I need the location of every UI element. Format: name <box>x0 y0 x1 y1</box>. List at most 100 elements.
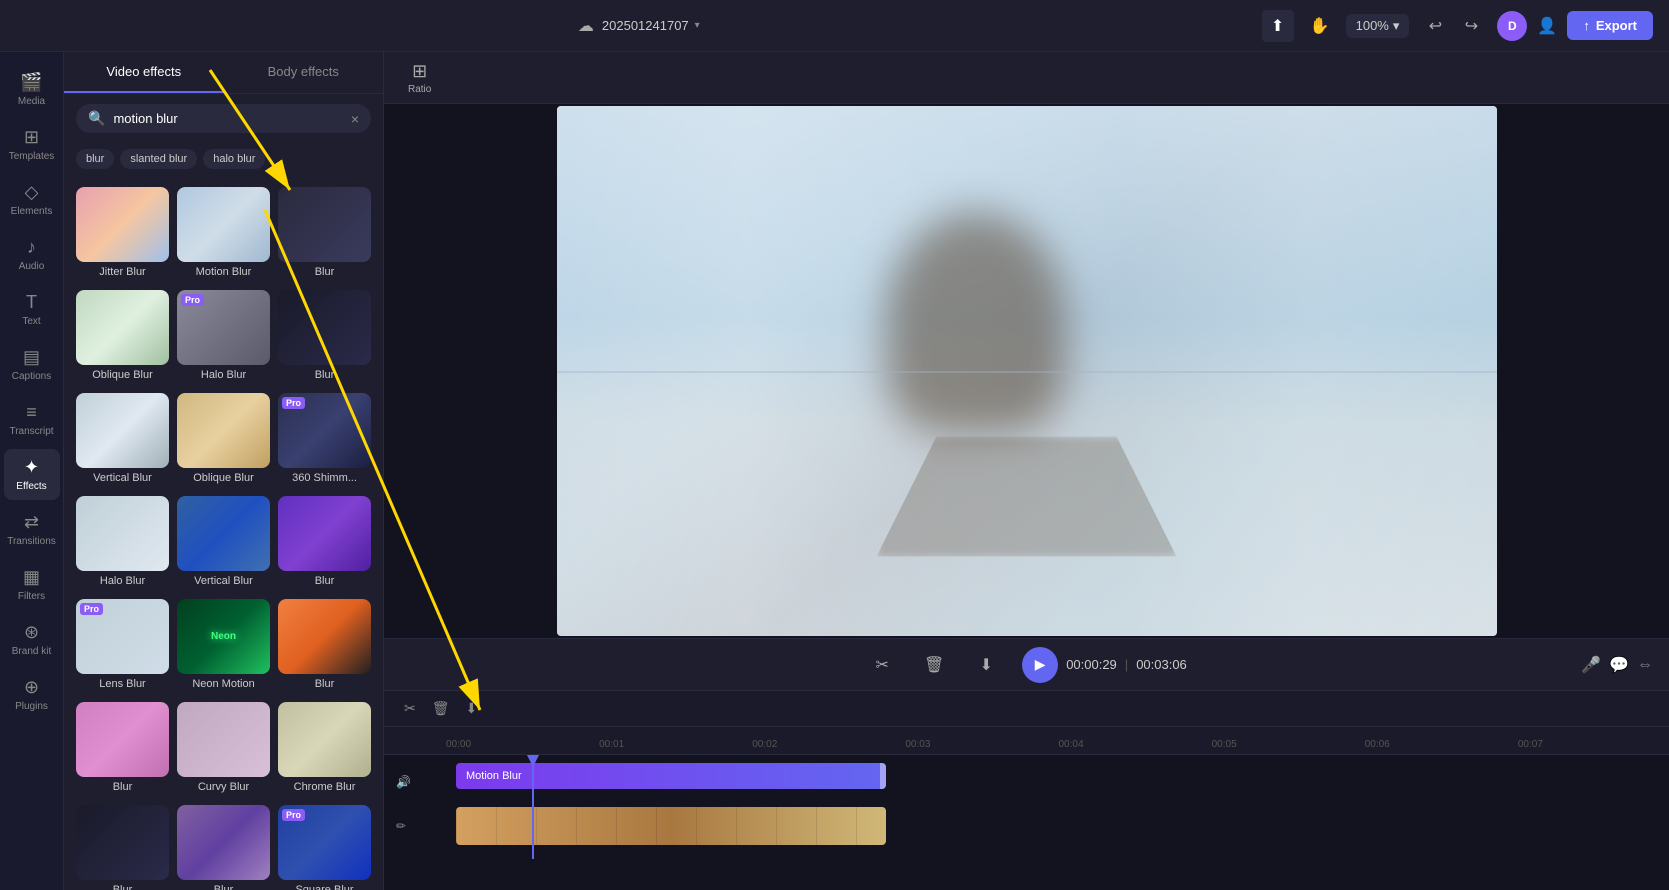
timeline-tracks: 00:00 00:01 00:02 00:03 00:04 00:05 00:0… <box>384 727 1669 890</box>
center-toolbar: ⊞ Ratio <box>384 52 1669 104</box>
captions-icon[interactable]: 💬 <box>1609 655 1629 675</box>
ratio-icon: ⊞ <box>412 61 427 82</box>
bottom-controls: ✂ 🗑 ⬇ ▶ 00:00:29 | 00:03:06 🎤 💬 ⇔ <box>384 638 1669 690</box>
transitions-icon: ⇄ <box>24 512 39 533</box>
sidebar-item-plugins[interactable]: ⊕ Plugins <box>4 669 60 720</box>
mute-effect-button[interactable]: 🔊 <box>392 771 415 793</box>
effect-card-curvy-blur[interactable]: Curvy Blur <box>177 702 270 797</box>
video-clip[interactable] <box>456 807 886 845</box>
sidebar-item-audio[interactable]: ♪ Audio <box>4 229 60 280</box>
search-input-wrap: 🔍 × <box>76 104 371 133</box>
sidebar-item-text[interactable]: T Text <box>4 284 60 335</box>
ratio-button[interactable]: ⊞ Ratio <box>400 57 439 99</box>
sidebar-item-transitions[interactable]: ⇄ Transitions <box>4 504 60 555</box>
upload-icon: ☁ <box>578 16 594 36</box>
main-layout: 🎬 Media ⊞ Templates ◇ Elements ♪ Audio T… <box>0 52 1669 890</box>
effect-card-blur-7[interactable]: Blur <box>177 805 270 890</box>
effect-card-blur-5[interactable]: Blur <box>76 702 169 797</box>
track-video: ✏ <box>384 807 1669 845</box>
topbar: ☁ 202501241707 ▾ ⬆ ✋ 100% ▾ ↩ ↪ D 👤 ↑ Ex… <box>0 0 1669 52</box>
effect-card-blur-4[interactable]: Blur <box>278 599 371 694</box>
filter-tag-blur[interactable]: blur <box>76 149 114 169</box>
effect-card-blur-3[interactable]: Blur <box>278 496 371 591</box>
effect-card-vertical-blur[interactable]: Vertical Blur <box>76 393 169 488</box>
timeline: ✂ 🗑 ⬇ 00:00 00:01 00:02 00:03 00:04 00:0… <box>384 690 1669 890</box>
download-timeline-button[interactable]: ⬇ <box>462 696 482 721</box>
split-button[interactable]: ✂ <box>866 649 898 681</box>
effect-card-blur-2[interactable]: Blur <box>278 290 371 385</box>
search-bar: 🔍 × <box>64 94 383 143</box>
play-button[interactable]: ▶ <box>1022 647 1058 683</box>
grid-row: Halo Blur Vertical Blur Blur <box>76 496 371 591</box>
grid-row: Oblique Blur Pro Halo Blur Blur <box>76 290 371 385</box>
effect-card-motion-blur[interactable]: Motion Blur <box>177 187 270 282</box>
filter-tag-slanted[interactable]: slanted blur <box>120 149 197 169</box>
hand-tool[interactable]: ✋ <box>1304 10 1336 42</box>
export-icon: ↑ <box>1583 18 1590 33</box>
effect-card-lens-blur[interactable]: Pro Lens Blur <box>76 599 169 694</box>
undo-button[interactable]: ↩ <box>1419 10 1451 42</box>
elements-icon: ◇ <box>25 182 39 203</box>
sidebar-item-brand[interactable]: ⊛ Brand kit <box>4 614 60 665</box>
cursor-tool[interactable]: ⬆ <box>1262 10 1294 42</box>
effect-card-blur-1[interactable]: Blur <box>278 187 371 282</box>
export-button[interactable]: ↑ Export <box>1567 11 1653 40</box>
text-icon: T <box>26 292 37 313</box>
edit-video-button[interactable]: ✏ <box>392 815 410 837</box>
sidebar-item-media[interactable]: 🎬 Media <box>4 64 60 115</box>
project-name[interactable]: 202501241707 ▾ <box>602 18 700 33</box>
effect-card-halo-blur[interactable]: Pro Halo Blur <box>177 290 270 385</box>
effect-card-neon-motion[interactable]: Neon Neon Motion <box>177 599 270 694</box>
effect-card-blur-6[interactable]: Blur <box>76 805 169 890</box>
ruler-mark-5: 00:05 <box>1210 739 1363 750</box>
audio-icon: ♪ <box>27 237 36 258</box>
sidebar-item-captions[interactable]: ▤ Captions <box>4 339 60 390</box>
video-clip-inner <box>456 807 886 845</box>
redo-button[interactable]: ↪ <box>1455 10 1487 42</box>
sidebar-item-transcript[interactable]: ≡ Transcript <box>4 394 60 445</box>
effect-card-halo-blur-2[interactable]: Halo Blur <box>76 496 169 591</box>
sidebar-item-elements[interactable]: ◇ Elements <box>4 174 60 225</box>
delete-button[interactable]: 🗑 <box>918 649 950 681</box>
effect-card-jitter-blur[interactable]: Jitter Blur <box>76 187 169 282</box>
zoom-control[interactable]: 100% ▾ <box>1346 14 1410 38</box>
bottom-icons: 🎤 💬 ⇔ <box>1581 655 1653 675</box>
sidebar-item-templates[interactable]: ⊞ Templates <box>4 119 60 170</box>
effect-clip-handle[interactable] <box>880 763 886 789</box>
avatar[interactable]: D <box>1497 11 1527 41</box>
preview-content <box>557 106 1497 636</box>
sidebar-item-filters[interactable]: ▦ Filters <box>4 559 60 610</box>
effect-card-360-shimmer[interactable]: Pro 360 Shimm... <box>278 393 371 488</box>
microphone-icon[interactable]: 🎤 <box>1581 655 1601 675</box>
effect-card-oblique-blur[interactable]: Oblique Blur <box>76 290 169 385</box>
effect-card-vertical-blur-2[interactable]: Vertical Blur <box>177 496 270 591</box>
media-icon: 🎬 <box>20 72 42 93</box>
clear-icon[interactable]: × <box>351 111 359 127</box>
sidebar-item-effects[interactable]: ✦ Effects <box>4 449 60 500</box>
preview-area <box>384 104 1669 638</box>
ruler-mark-2: 00:02 <box>750 739 903 750</box>
effect-card-oblique-blur-2[interactable]: Oblique Blur <box>177 393 270 488</box>
chevron-down-icon: ▾ <box>1393 18 1400 34</box>
grid-row: Blur Blur Pro Square Blur <box>76 805 371 890</box>
effect-card-square-blur[interactable]: Pro Square Blur <box>278 805 371 890</box>
effect-card-chrome-blur[interactable]: Chrome Blur <box>278 702 371 797</box>
filter-tag-halo[interactable]: halo blur <box>203 149 265 169</box>
panel-tabs: Video effects Body effects <box>64 52 383 94</box>
horizon-line <box>557 371 1497 373</box>
ruler-mark-4: 00:04 <box>1057 739 1210 750</box>
search-input[interactable] <box>113 111 342 126</box>
templates-icon: ⊞ <box>24 127 39 148</box>
plugins-icon: ⊕ <box>24 677 39 698</box>
fullscreen-icon[interactable]: ⇔ <box>1637 655 1653 675</box>
ruler-mark-3: 00:03 <box>903 739 1056 750</box>
download-button[interactable]: ⬇ <box>970 649 1002 681</box>
tab-video-effects[interactable]: Video effects <box>64 52 224 93</box>
delete-timeline-button[interactable]: 🗑 <box>428 696 454 721</box>
tab-body-effects[interactable]: Body effects <box>224 52 384 93</box>
timeline-ruler: 00:00 00:01 00:02 00:03 00:04 00:05 00:0… <box>384 727 1669 755</box>
share-icon[interactable]: 👤 <box>1537 16 1557 36</box>
topbar-center: ☁ 202501241707 ▾ <box>578 16 700 36</box>
effect-clip[interactable]: Motion Blur <box>456 763 886 789</box>
split-timeline-button[interactable]: ✂ <box>400 696 420 721</box>
